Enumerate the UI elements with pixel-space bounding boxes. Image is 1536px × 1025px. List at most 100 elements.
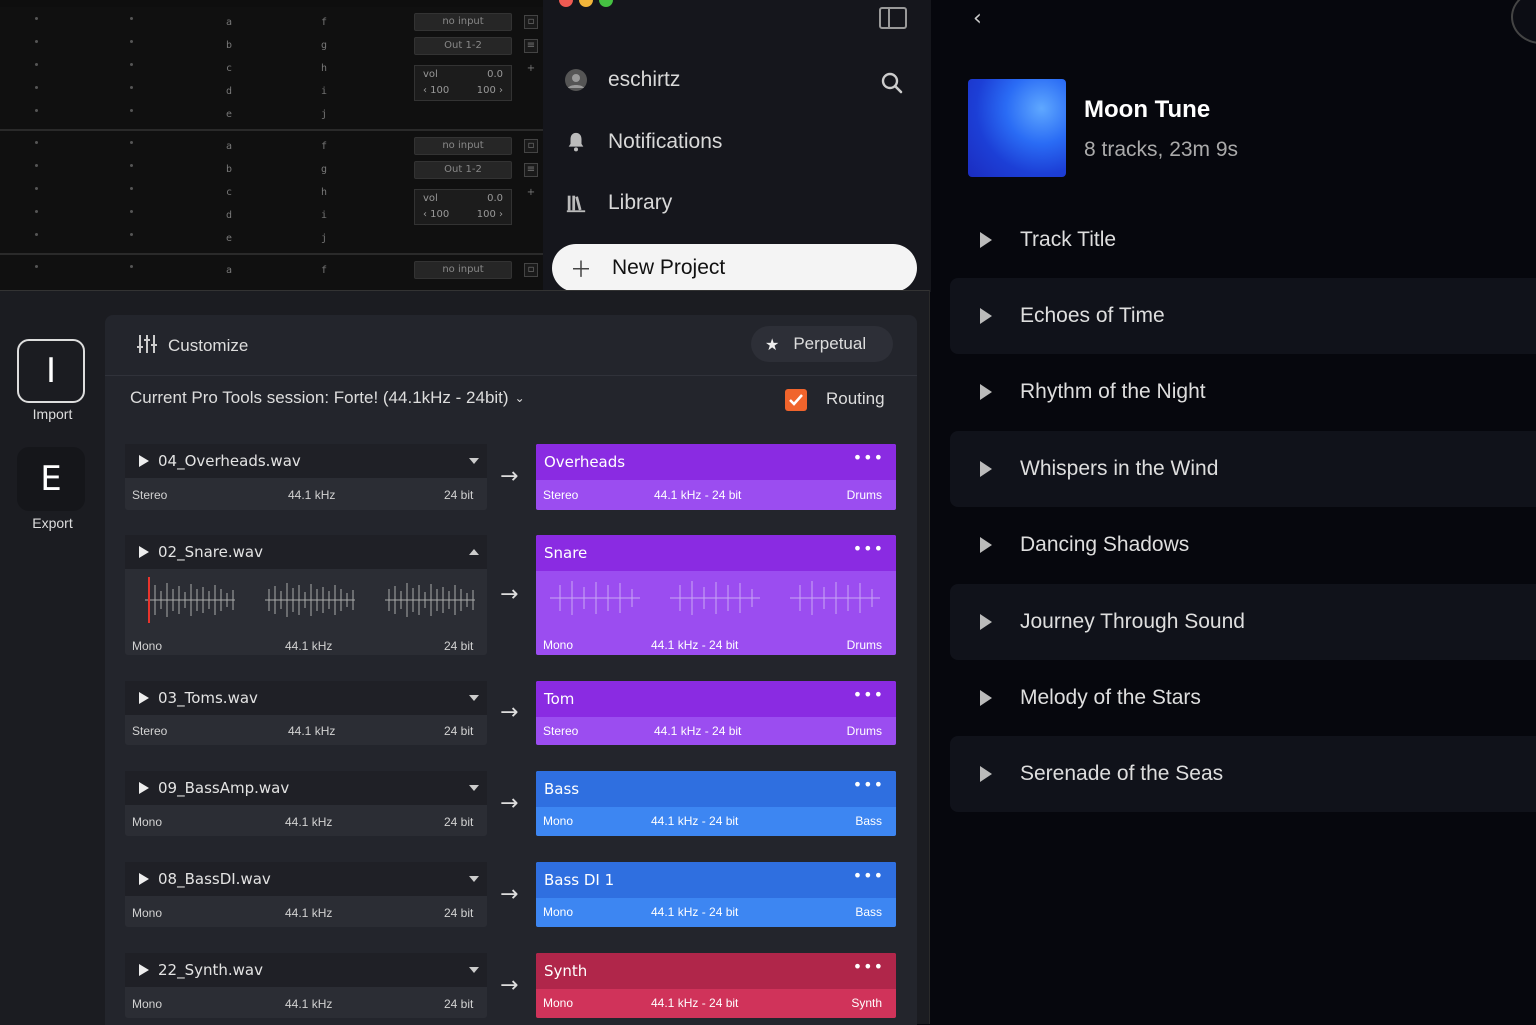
add-icon[interactable]: + <box>524 187 538 201</box>
more-icon[interactable]: ••• <box>853 957 884 976</box>
import-label: Import <box>32 406 73 422</box>
destination-track[interactable]: Tom ••• Stereo 44.1 kHz - 24 bit Drums <box>536 681 896 745</box>
bit-depth: 24 bit <box>444 815 474 829</box>
track-row[interactable]: Track Title <box>950 202 1536 278</box>
sample-rate: 44.1 kHz <box>285 815 333 829</box>
license-badge[interactable]: ★ Perpetual <box>751 326 893 362</box>
input-selector[interactable]: no input <box>414 13 512 31</box>
output-selector[interactable]: Out 1-2 <box>414 37 512 55</box>
export-button[interactable]: E <box>17 447 85 511</box>
pro-tools-mixer: a b c d e f g h i j no input Out 1-2 vol… <box>0 0 543 292</box>
send-letter: c <box>226 63 233 74</box>
input-selector[interactable]: no input <box>414 261 512 279</box>
sample-rate: 44.1 kHz <box>285 997 333 1011</box>
list-icon[interactable]: ≡ <box>524 163 538 177</box>
dest-format: 44.1 kHz - 24 bit <box>654 724 742 738</box>
dest-group: Drums <box>846 638 882 652</box>
play-icon[interactable] <box>139 782 149 794</box>
user-profile[interactable]: eschirtz <box>564 68 680 92</box>
insert-icon[interactable]: ▫ <box>524 263 538 277</box>
track-name: Synth <box>544 962 588 980</box>
arrow-right-icon: → <box>500 700 519 725</box>
track-row[interactable]: Melody of the Stars <box>950 660 1536 736</box>
mixer-strip: a b c d e f g h i j no input Out 1-2 vol… <box>0 7 543 131</box>
pan-right: 100 › <box>476 209 503 220</box>
track-row[interactable]: Serenade of the Seas <box>950 736 1536 812</box>
destination-track[interactable]: Overheads ••• Stereo 44.1 kHz - 24 bit Dr… <box>536 444 896 510</box>
play-icon[interactable] <box>980 537 992 553</box>
input-selector[interactable]: no input <box>414 137 512 155</box>
chevron-up-icon[interactable] <box>469 549 479 555</box>
play-icon[interactable] <box>980 384 992 400</box>
dest-channels: Mono <box>543 638 574 652</box>
insert-icon[interactable]: ▫ <box>524 15 538 29</box>
back-chevron-icon[interactable]: ‹ <box>973 6 982 31</box>
add-icon[interactable]: + <box>524 63 538 77</box>
play-icon[interactable] <box>980 690 992 706</box>
play-icon[interactable] <box>139 546 149 558</box>
track-row[interactable]: Journey Through Sound <box>950 584 1536 660</box>
source-file-row[interactable]: 02_Snare.wav <box>125 535 487 655</box>
routing-checkbox[interactable] <box>785 389 807 411</box>
track-row[interactable]: Whispers in the Wind <box>950 431 1536 507</box>
bit-depth: 24 bit <box>444 639 474 653</box>
track-name: Overheads <box>544 453 626 471</box>
search-icon[interactable] <box>880 71 904 99</box>
chevron-down-icon[interactable] <box>469 967 479 973</box>
sample-rate: 44.1 kHz <box>285 906 333 920</box>
play-icon[interactable] <box>139 873 149 885</box>
play-icon[interactable] <box>980 461 992 477</box>
sidebar-toggle-icon[interactable] <box>879 7 907 29</box>
pan-left: ‹ 100 <box>423 209 450 220</box>
minimize-window-icon[interactable] <box>579 0 593 7</box>
play-icon[interactable] <box>980 614 992 630</box>
more-icon[interactable]: ••• <box>853 448 884 467</box>
chevron-down-icon[interactable] <box>469 785 479 791</box>
track-row[interactable]: Rhythm of the Night <box>950 354 1536 430</box>
channels: Mono <box>132 639 163 653</box>
close-window-icon[interactable] <box>559 0 573 7</box>
more-icon[interactable]: ••• <box>853 685 884 704</box>
mixer-strip: a f no input ▫ <box>0 255 543 292</box>
play-icon[interactable] <box>980 308 992 324</box>
more-icon[interactable]: ••• <box>853 775 884 794</box>
new-project-button[interactable]: ＋ New Project <box>552 244 917 292</box>
vol-label: vol <box>423 193 438 204</box>
avatar[interactable] <box>1511 0 1536 44</box>
play-icon[interactable] <box>980 232 992 248</box>
zoom-window-icon[interactable] <box>599 0 613 7</box>
play-icon[interactable] <box>980 766 992 782</box>
play-icon[interactable] <box>139 692 149 704</box>
list-icon[interactable]: ≡ <box>524 39 538 53</box>
arrow-right-icon: → <box>500 973 519 998</box>
track-row[interactable]: Dancing Shadows <box>950 507 1536 583</box>
send-letter: g <box>321 40 328 51</box>
output-selector[interactable]: Out 1-2 <box>414 161 512 179</box>
track-row[interactable]: Echoes of Time <box>950 278 1536 354</box>
send-letter: a <box>226 141 233 152</box>
volume-box[interactable]: vol 0.0 ‹ 100 100 › <box>414 65 512 101</box>
customize-button[interactable]: Customize <box>136 334 248 358</box>
track-title: Whispers in the Wind <box>1020 457 1219 480</box>
playlist-subtitle: 8 tracks, 23m 9s <box>1084 138 1239 161</box>
sample-rate: 44.1 kHz <box>288 488 336 502</box>
destination-track[interactable]: Synth ••• Mono 44.1 kHz - 24 bit Synth <box>536 953 896 1018</box>
play-icon[interactable] <box>139 964 149 976</box>
session-selector[interactable]: Current Pro Tools session: Forte! (44.1k… <box>130 388 525 408</box>
destination-track[interactable]: Bass DI 1 ••• Mono 44.1 kHz - 24 bit Bass <box>536 862 896 927</box>
track-name: Tom <box>544 690 575 708</box>
volume-box[interactable]: vol 0.0 ‹ 100 100 › <box>414 189 512 225</box>
chevron-down-icon[interactable] <box>469 695 479 701</box>
play-icon[interactable] <box>139 455 149 467</box>
more-icon[interactable]: ••• <box>853 539 884 558</box>
destination-track[interactable]: Bass ••• Mono 44.1 kHz - 24 bit Bass <box>536 771 896 836</box>
import-button[interactable]: I <box>17 339 85 403</box>
insert-icon[interactable]: ▫ <box>524 139 538 153</box>
destination-track[interactable]: Snare ••• Mono 44.1 kHz - 24 bit Drums <box>536 535 896 655</box>
more-icon[interactable]: ••• <box>853 866 884 885</box>
send-letter: c <box>226 187 233 198</box>
sidebar-item-notifications[interactable]: Notifications <box>564 130 722 154</box>
chevron-down-icon[interactable] <box>469 458 479 464</box>
sidebar-item-library[interactable]: Library <box>564 191 672 215</box>
chevron-down-icon[interactable] <box>469 876 479 882</box>
